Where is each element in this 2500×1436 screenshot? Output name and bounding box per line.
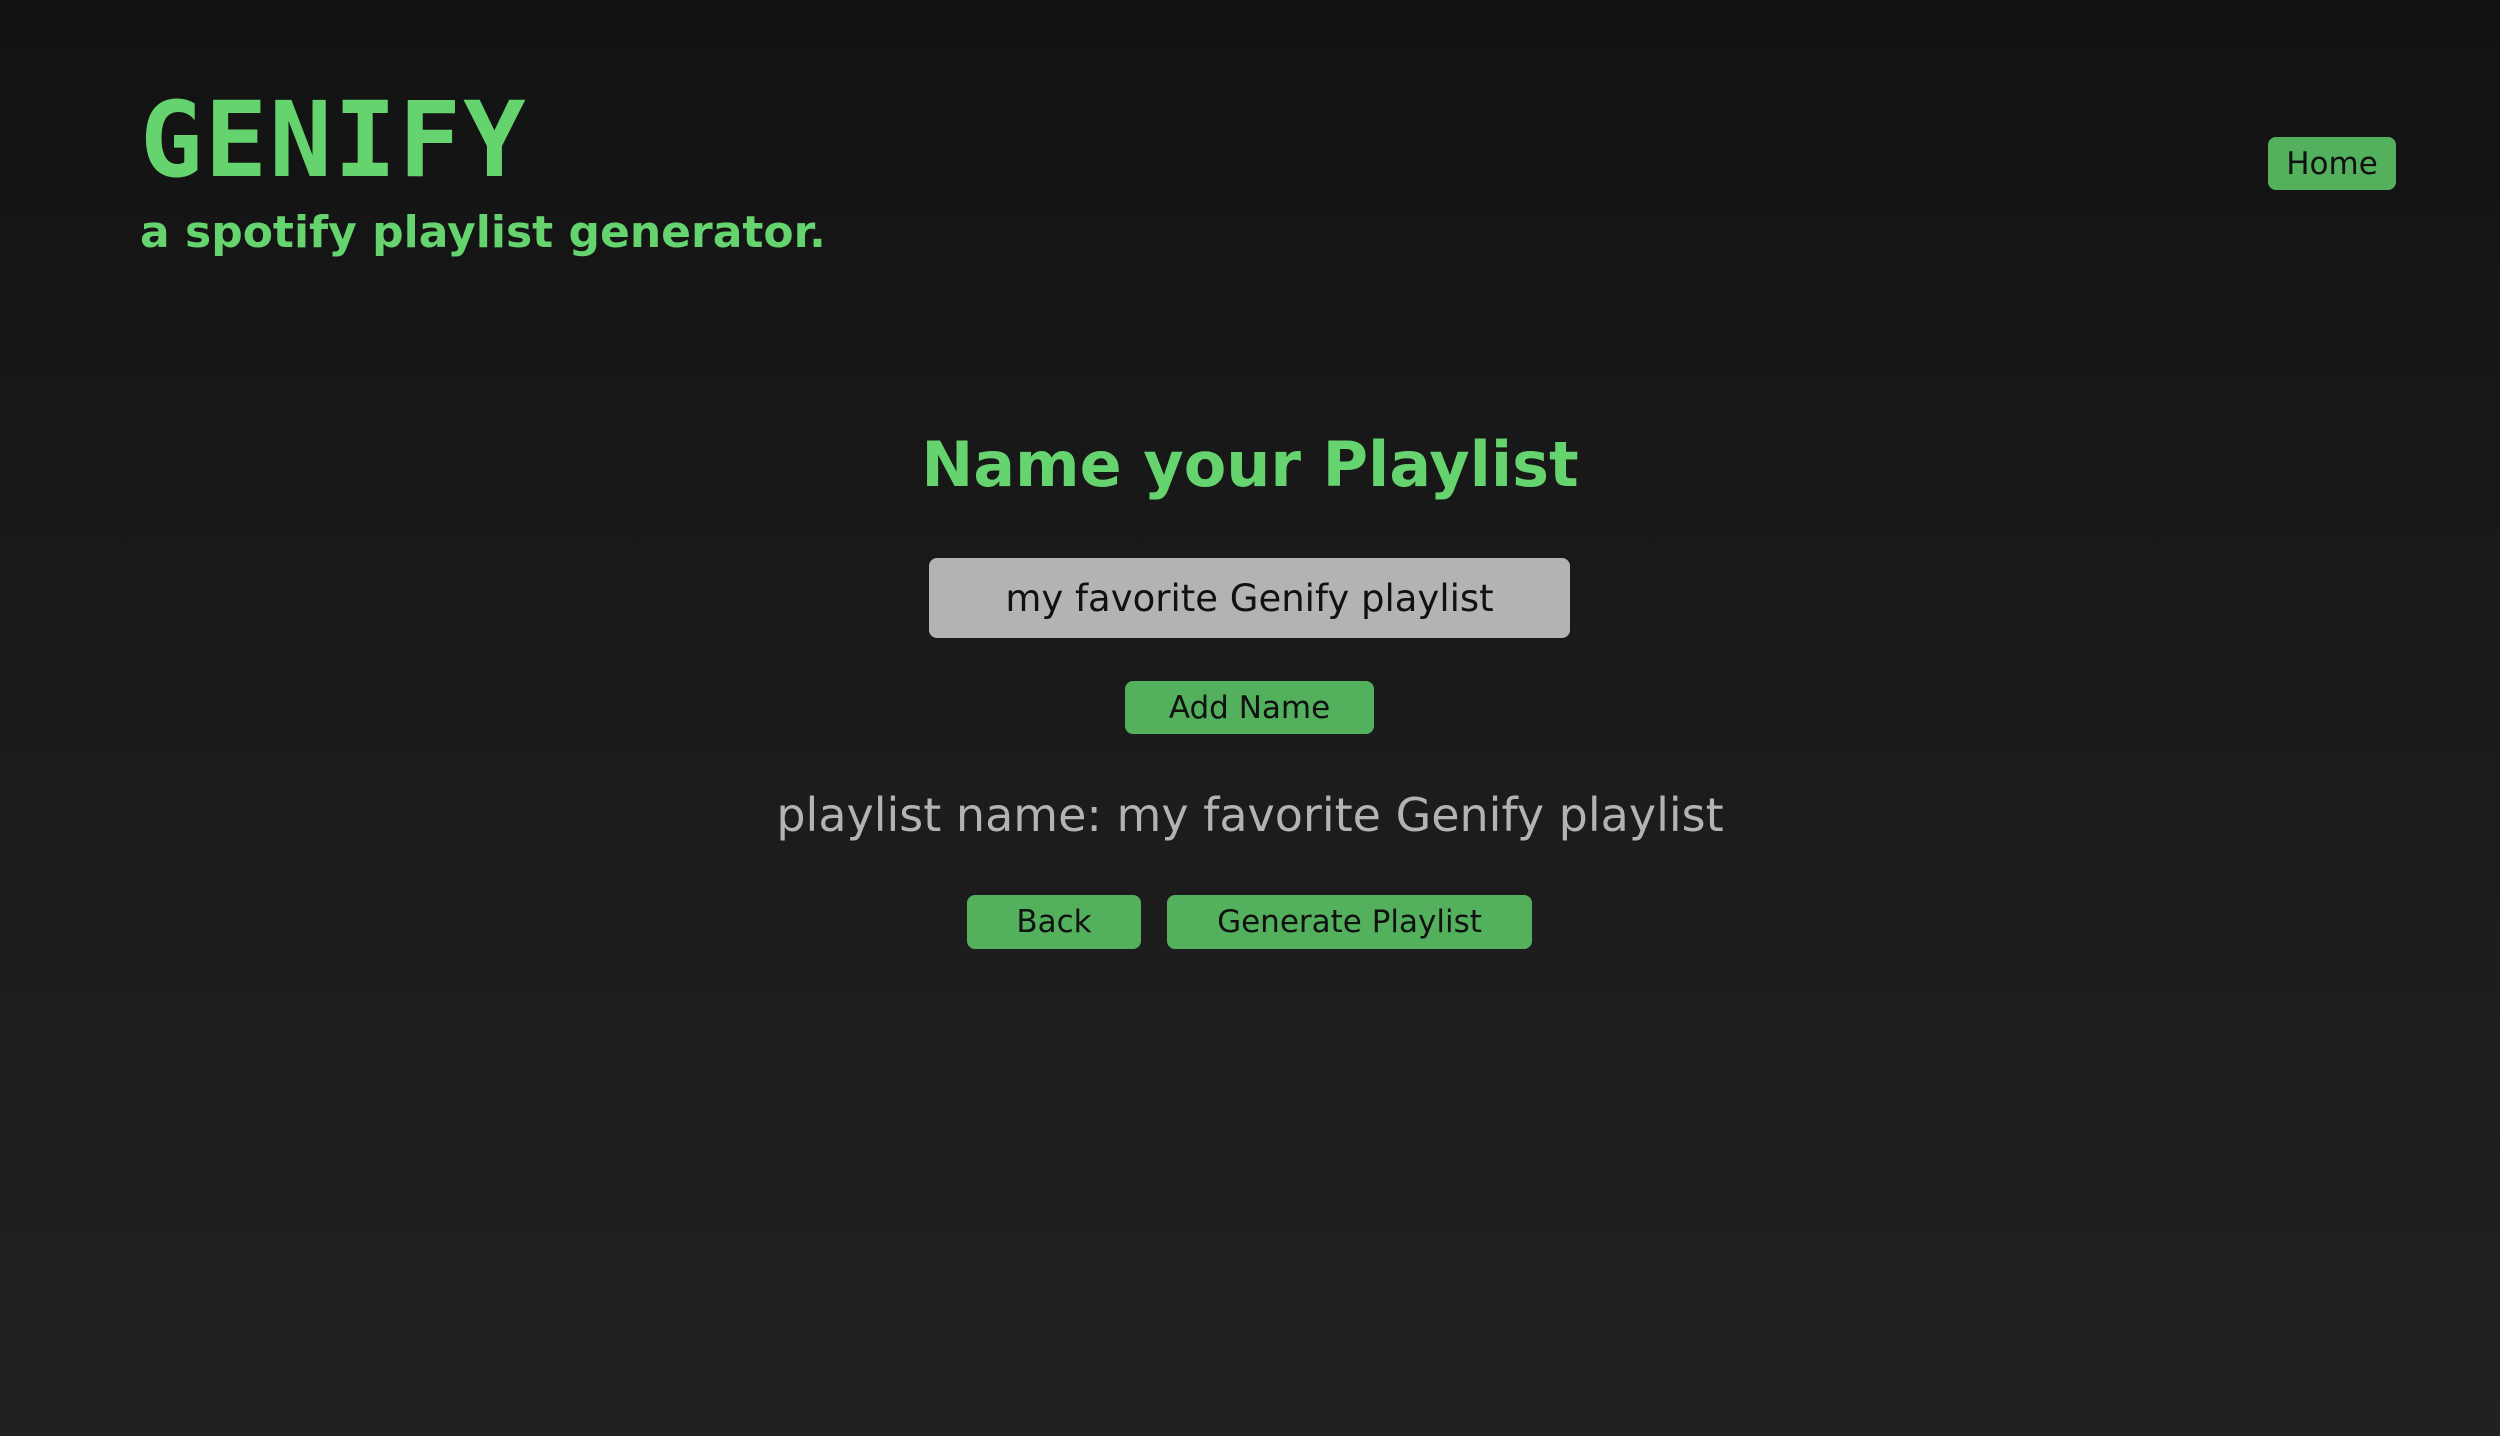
playlist-name-input[interactable] bbox=[929, 558, 1570, 638]
app-tagline: a spotify playlist generator. bbox=[140, 207, 826, 258]
playlist-name-display: playlist name: my favorite Genify playli… bbox=[776, 788, 1724, 842]
back-button[interactable]: Back bbox=[967, 895, 1141, 949]
page-title: Name your Playlist bbox=[921, 428, 1579, 501]
generate-playlist-button[interactable]: Generate Playlist bbox=[1167, 895, 1532, 949]
add-name-button[interactable]: Add Name bbox=[1125, 681, 1374, 734]
home-button[interactable]: Home bbox=[2268, 137, 2396, 190]
app-logo: GENIFY bbox=[140, 79, 528, 201]
